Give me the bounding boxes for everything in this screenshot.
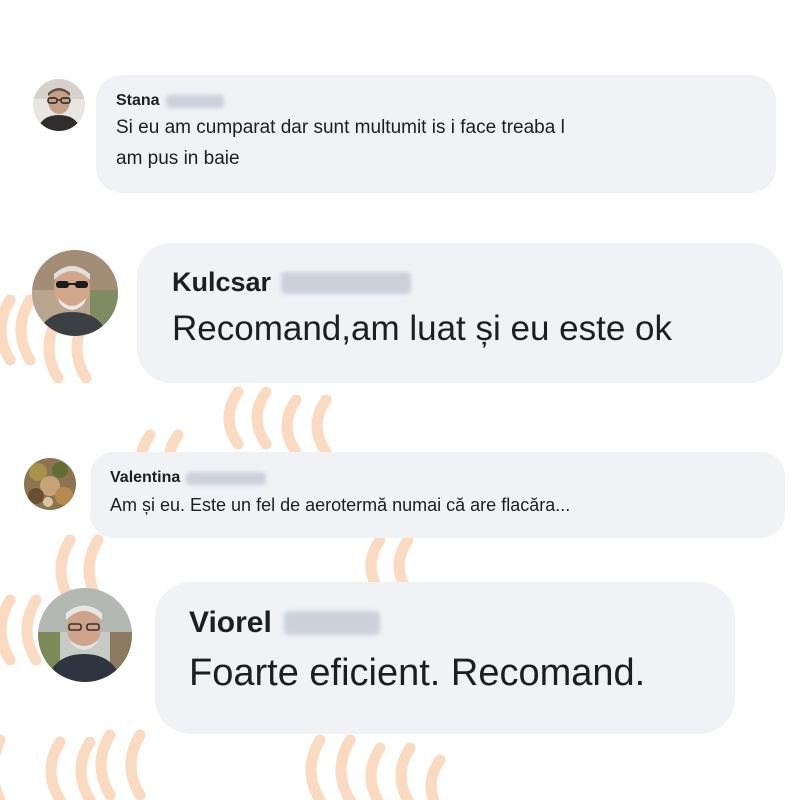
author-surname-blurred [186, 471, 267, 485]
author-name[interactable]: Valentina [110, 469, 180, 487]
comment-bubble-valentina: Valentina Am și eu. Este un fel de aerot… [90, 452, 785, 538]
author-surname-blurred [165, 94, 224, 108]
comment-text-line: Am și eu. Este un fel de aerotermă numai… [110, 495, 571, 515]
author-row: Kulcsar [172, 267, 748, 298]
author-row: Viorel [189, 606, 701, 640]
comment-text-line: Foarte eficient. Recomand. [189, 652, 646, 694]
avatar-viorel[interactable] [38, 588, 132, 682]
comment-text-line: am pus in baie [116, 148, 240, 169]
author-row: Valentina [110, 469, 765, 487]
author-name[interactable]: Stana [116, 92, 160, 110]
author-surname-blurred [281, 271, 412, 294]
author-name[interactable]: Kulcsar [172, 267, 271, 298]
author-name[interactable]: Viorel [189, 606, 272, 640]
comment-text-line: Recomand,am luat și eu este ok [172, 309, 672, 348]
avatar-stana[interactable] [33, 79, 85, 131]
author-row: Stana [116, 92, 756, 110]
avatar-kulcsar[interactable] [32, 250, 118, 336]
author-surname-blurred [283, 611, 380, 635]
comment-bubble-viorel: Viorel Foarte eficient. Recomand. [155, 582, 735, 734]
avatar-valentina[interactable] [24, 458, 76, 510]
comment-bubble-kulcsar: Kulcsar Recomand,am luat și eu este ok [137, 243, 783, 383]
comment-text-line: Si eu am cumparat dar sunt multumit is i… [116, 117, 565, 138]
comment-bubble-stana: Stana Si eu am cumparat dar sunt multumi… [96, 75, 776, 193]
